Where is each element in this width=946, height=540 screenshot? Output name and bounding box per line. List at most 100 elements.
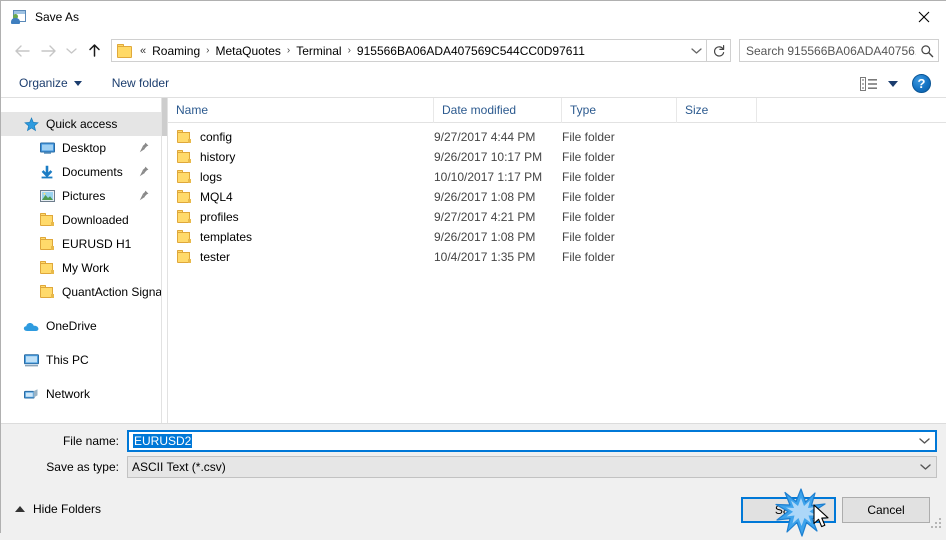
hide-folders-label: Hide Folders — [33, 502, 102, 516]
folder-icon — [176, 230, 192, 244]
file-date-cell: 9/26/2017 1:08 PM — [434, 190, 536, 204]
hide-folders-button[interactable]: Hide Folders — [11, 499, 105, 519]
sidebar-item-label: Pictures — [62, 189, 106, 203]
dialog-footer: Hide Folders Save Cancel — [1, 491, 946, 534]
pin-icon[interactable] — [139, 142, 149, 153]
forward-arrow-icon[interactable] — [35, 38, 61, 64]
table-row[interactable]: templates 9/26/2017 1:08 PM File folder — [168, 227, 946, 247]
folder-icon — [39, 260, 55, 276]
chevron-down-icon[interactable] — [913, 437, 935, 445]
file-name-label: MQL4 — [200, 190, 233, 204]
table-row[interactable]: history 9/26/2017 10:17 PM File folder — [168, 147, 946, 167]
close-button[interactable] — [901, 1, 946, 32]
folder-icon — [176, 170, 192, 184]
table-row[interactable]: MQL4 9/26/2017 1:08 PM File folder — [168, 187, 946, 207]
folder-icon — [176, 190, 192, 204]
table-row[interactable]: logs 10/10/2017 1:17 PM File folder — [168, 167, 946, 187]
back-arrow-icon[interactable] — [9, 38, 35, 64]
column-header-size[interactable]: Size — [677, 98, 757, 123]
column-header-type[interactable]: Type — [562, 98, 677, 123]
up-arrow-icon[interactable] — [81, 38, 107, 64]
sidebar-item-my-work[interactable]: My Work — [1, 256, 161, 280]
column-header-label: Name — [176, 103, 209, 117]
sidebar-item-pictures[interactable]: Pictures — [1, 184, 161, 208]
file-name-cell: templates — [168, 230, 434, 244]
computer-icon — [23, 352, 39, 368]
save-button[interactable]: Save — [741, 497, 836, 523]
title-bar: Save As — [1, 1, 946, 32]
column-header-label: Size — [685, 103, 709, 117]
navigation-bar: « Roaming › MetaQuotes › Terminal › 9155… — [1, 32, 946, 69]
table-row[interactable]: tester 10/4/2017 1:35 PM File folder — [168, 247, 946, 267]
column-header-name[interactable]: Name — [168, 98, 434, 123]
sidebar-item-label: Documents — [62, 165, 123, 179]
address-dropdown-chevron-icon[interactable] — [686, 40, 706, 61]
breadcrumb-item-terminal[interactable]: Terminal — [293, 42, 344, 60]
save-as-type-select[interactable]: ASCII Text (*.csv) — [127, 456, 937, 478]
new-folder-label: New folder — [111, 76, 170, 90]
view-dropdown-chevron-icon[interactable] — [888, 80, 898, 87]
file-name-label: logs — [200, 170, 223, 184]
file-date-cell: 10/4/2017 1:35 PM — [434, 250, 536, 264]
breadcrumb-separator: › — [286, 45, 291, 56]
address-bar[interactable]: « Roaming › MetaQuotes › Terminal › 9155… — [111, 39, 707, 62]
column-header-date-modified[interactable]: Date modified — [434, 98, 562, 123]
sidebar-item-quick-access[interactable]: Quick access — [1, 112, 161, 136]
save-form: File name: EURUSD2 Save as type: ASCII T… — [1, 423, 946, 491]
sidebar-item-desktop[interactable]: Desktop — [1, 136, 161, 160]
column-header-label: Type — [570, 103, 597, 117]
save-as-type-row: Save as type: ASCII Text (*.csv) — [1, 456, 946, 478]
file-name-cell: history — [168, 150, 434, 164]
file-name-input[interactable]: EURUSD2 — [127, 430, 937, 452]
search-input[interactable]: Search 915566BA06ADA40756... — [740, 44, 916, 58]
chevron-down-icon — [73, 80, 82, 86]
file-name-selected-text: EURUSD2 — [133, 434, 193, 448]
pin-icon[interactable] — [139, 190, 149, 201]
new-folder-button[interactable]: New folder — [104, 72, 177, 94]
sidebar-item-quantaction-signal[interactable]: QuantAction Signal — [1, 280, 161, 304]
chevron-down-icon[interactable] — [914, 463, 936, 471]
chevron-up-icon — [15, 506, 25, 512]
cancel-button[interactable]: Cancel — [842, 497, 930, 523]
sidebar-item-label: Downloaded — [62, 213, 129, 227]
view-layout-icon[interactable] — [858, 75, 880, 93]
column-header-label: Date modified — [442, 103, 517, 117]
table-row[interactable]: config 9/27/2017 4:44 PM File folder — [168, 127, 946, 147]
folder-icon — [176, 250, 192, 264]
sidebar-item-onedrive[interactable]: OneDrive — [1, 314, 161, 338]
file-name-label: config — [200, 130, 233, 144]
resize-grip[interactable] — [931, 518, 943, 530]
recent-locations-chevron-icon[interactable] — [61, 38, 81, 64]
breadcrumb-overflow[interactable]: « — [137, 45, 149, 57]
file-type-cell: File folder — [562, 250, 615, 264]
breadcrumb-item-roaming[interactable]: Roaming — [149, 42, 203, 60]
search-box[interactable]: Search 915566BA06ADA40756... — [739, 39, 939, 62]
sidebar-item-documents[interactable]: Documents — [1, 160, 161, 184]
window-title: Save As — [35, 9, 80, 24]
breadcrumb: « Roaming › MetaQuotes › Terminal › 9155… — [137, 42, 686, 60]
refresh-icon[interactable] — [707, 39, 731, 62]
breadcrumb-item-guid[interactable]: 915566BA06ADA407569C544CC0D97611 — [354, 42, 588, 60]
sidebar-item-this-pc[interactable]: This PC — [1, 348, 161, 372]
file-type-cell: File folder — [562, 130, 615, 144]
pictures-icon — [39, 188, 55, 204]
sidebar-item-network[interactable]: Network — [1, 382, 161, 406]
breadcrumb-item-metaquotes[interactable]: MetaQuotes — [213, 42, 284, 60]
help-button[interactable]: ? — [912, 74, 931, 93]
sidebar-item-label: QuantAction Signal — [62, 285, 161, 299]
organize-button[interactable]: Organize — [11, 72, 90, 94]
table-row[interactable]: profiles 9/27/2017 4:21 PM File folder — [168, 207, 946, 227]
sidebar-item-eurusd-h1[interactable]: EURUSD H1 — [1, 232, 161, 256]
folder-icon — [176, 130, 192, 144]
cloud-icon — [23, 318, 39, 334]
file-name-row: File name: EURUSD2 — [1, 430, 946, 452]
pin-icon[interactable] — [139, 166, 149, 177]
sidebar-item-downloaded[interactable]: Downloaded — [1, 208, 161, 232]
download-arrow-icon — [39, 164, 55, 180]
file-rows: config 9/27/2017 4:44 PM File folder his… — [168, 123, 946, 267]
file-name-value[interactable]: EURUSD2 — [129, 434, 913, 448]
sidebar-item-label: Quick access — [46, 117, 118, 131]
file-type-cell: File folder — [562, 150, 615, 164]
folder-icon — [39, 236, 55, 252]
file-type-cell: File folder — [562, 170, 615, 184]
